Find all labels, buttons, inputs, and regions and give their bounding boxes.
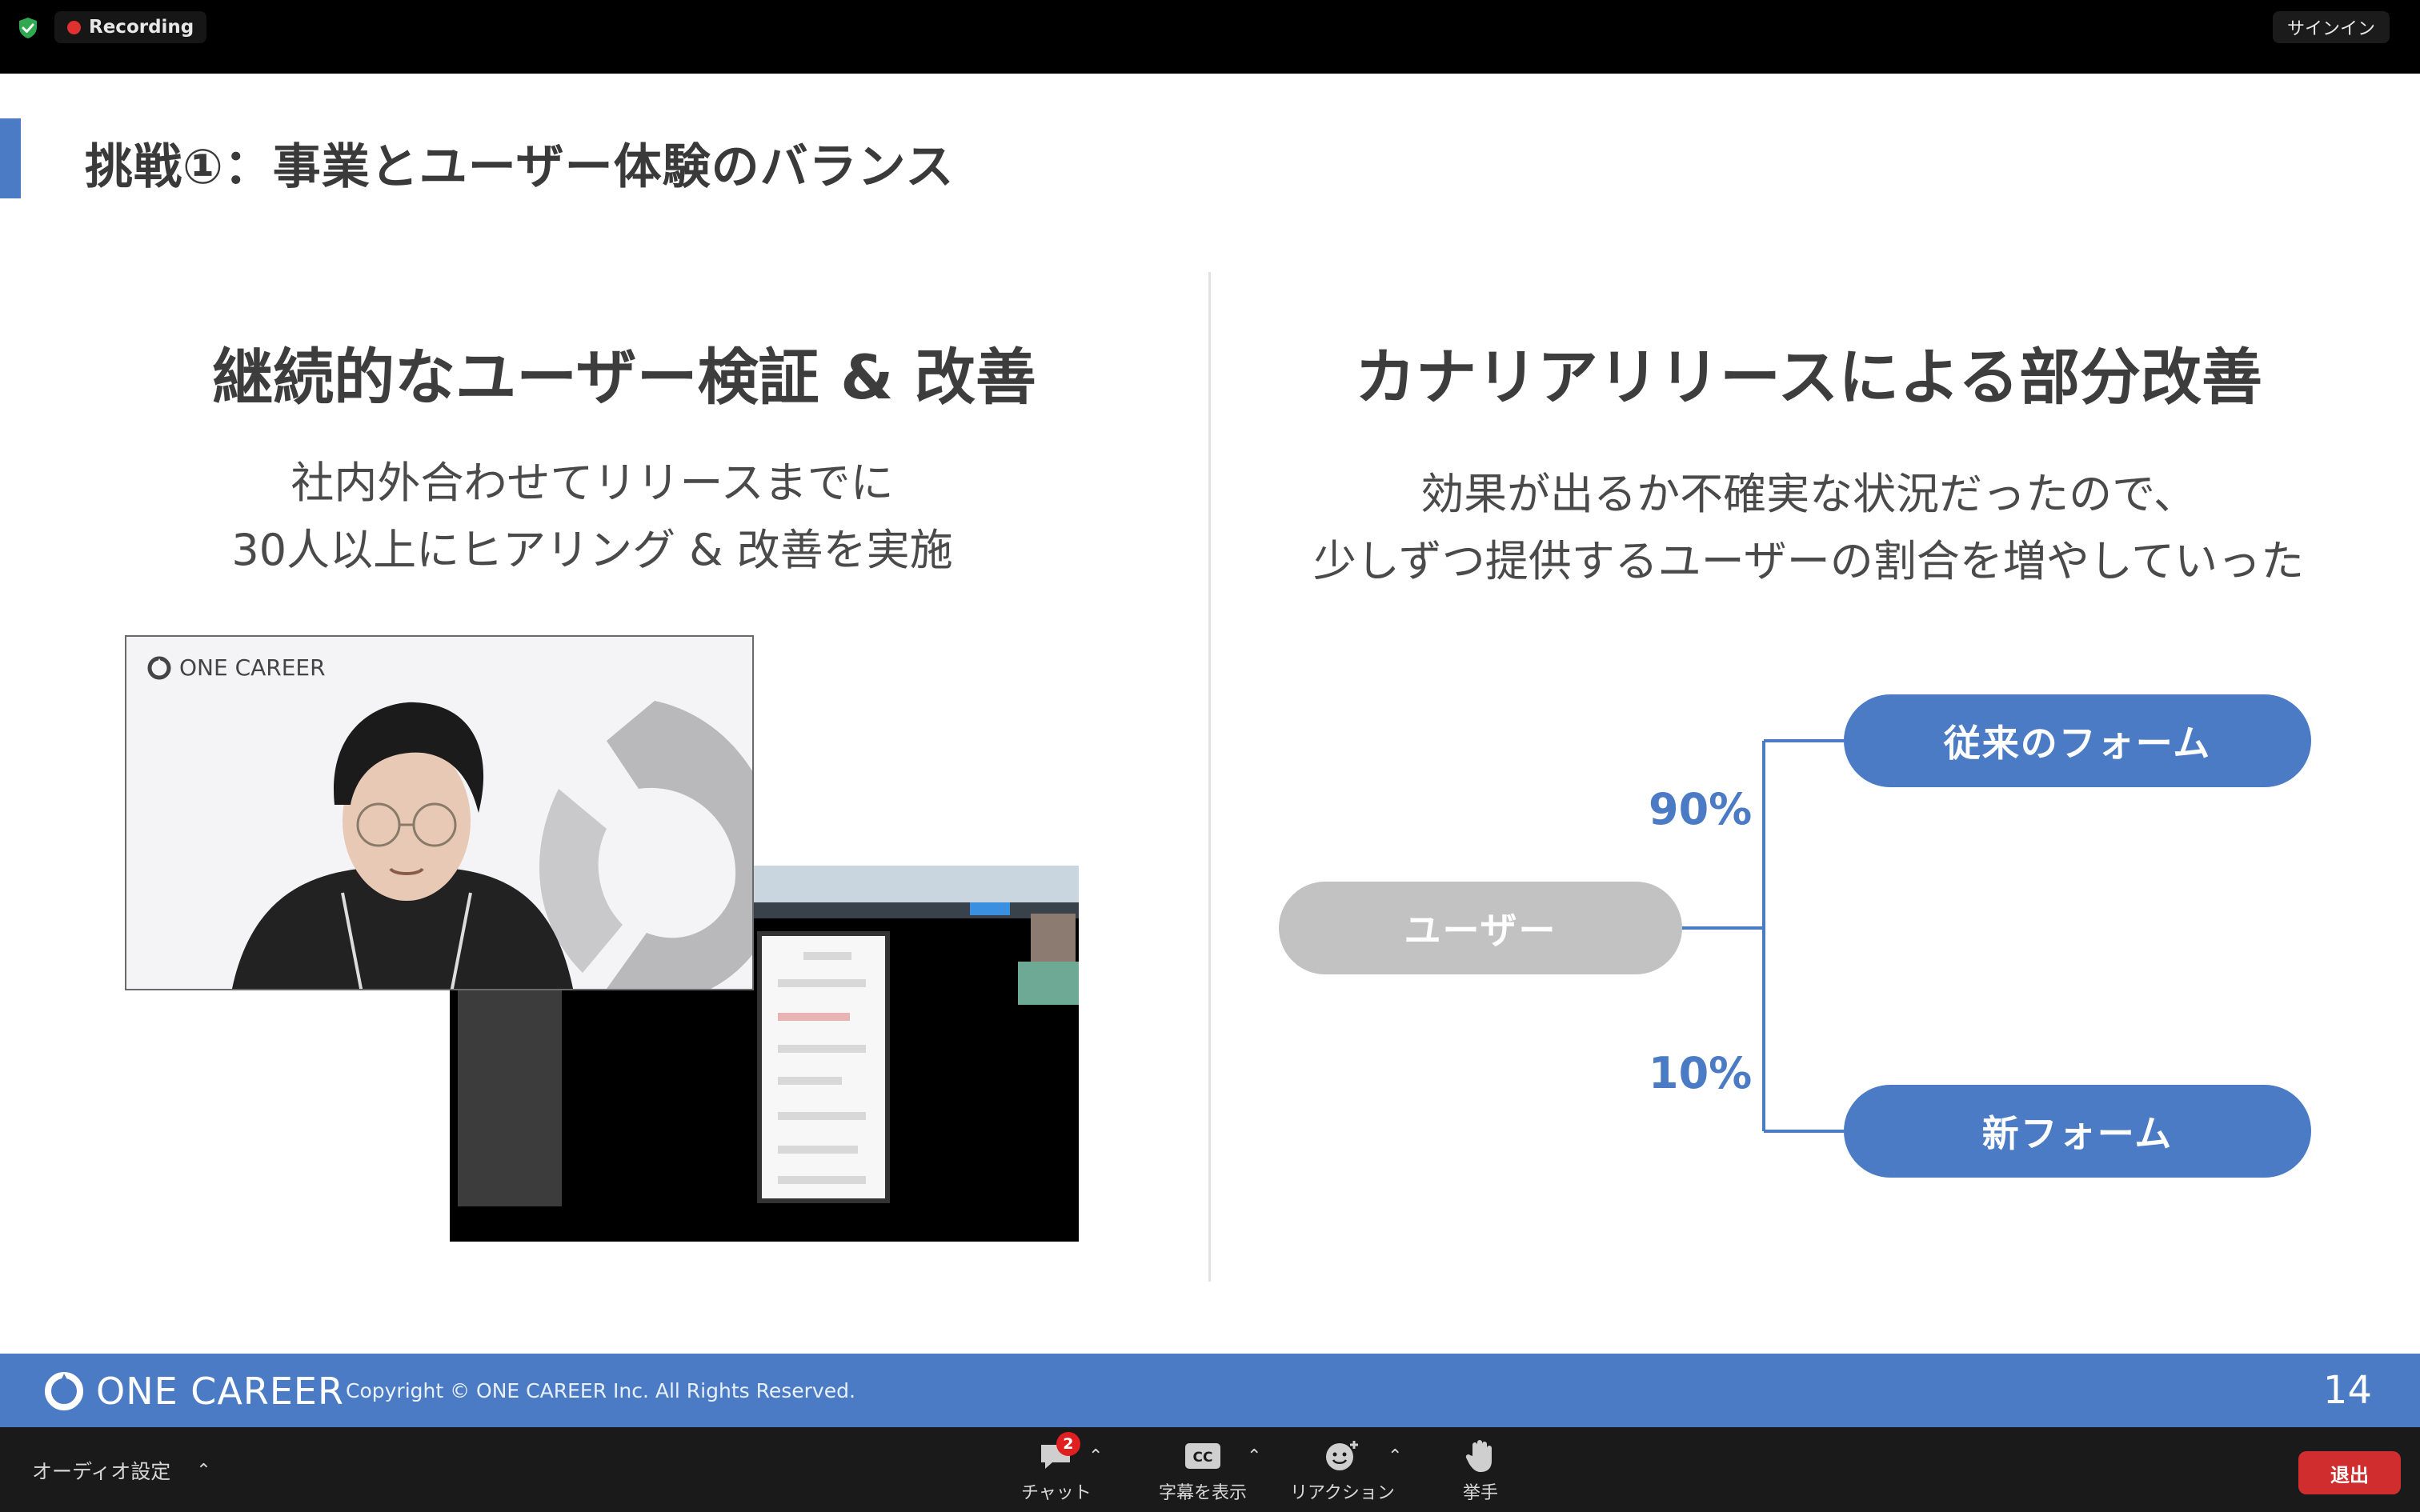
browser-button bbox=[970, 902, 1010, 915]
audio-settings-button[interactable]: オーディオ設定 ⌃ bbox=[32, 1456, 211, 1485]
phone-mockup bbox=[757, 931, 890, 1203]
speaker-avatar-icon bbox=[232, 702, 573, 989]
footer-logo-text: ONE CAREER bbox=[96, 1370, 344, 1413]
footer-copyright: Copyright © ONE CAREER Inc. All Rights R… bbox=[346, 1379, 855, 1402]
speaker-video: ONE CAREER bbox=[125, 635, 754, 990]
raise-hand-icon bbox=[1458, 1438, 1503, 1474]
audio-settings-label: オーディオ設定 bbox=[32, 1460, 171, 1483]
meeting-toolbar: オーディオ設定 ⌃ 2 チャット ⌃ CC 字幕を表示 ⌃ リアクション ⌃ 挙… bbox=[0, 1427, 2420, 1512]
mock-line bbox=[778, 979, 866, 987]
video-thumbnail bbox=[1018, 962, 1079, 1005]
branch-top-percentage: 90% bbox=[1649, 784, 1753, 834]
record-dot-icon bbox=[67, 20, 81, 34]
one-career-logo-icon bbox=[45, 1372, 83, 1410]
mock-line bbox=[778, 1146, 858, 1154]
right-body-line2: 少しずつ提供するユーザーの割合を増やしていった bbox=[1312, 536, 2305, 586]
slide-page-number: 14 bbox=[2322, 1368, 2372, 1413]
mock-line bbox=[778, 1112, 866, 1120]
shield-check-icon[interactable] bbox=[16, 16, 40, 40]
slide-title: 挑戦①：事業とユーザー体験のバランス bbox=[85, 139, 955, 195]
raise-hand-button[interactable]: 挙手 bbox=[1458, 1438, 1503, 1504]
reaction-button[interactable]: リアクション ⌃ bbox=[1290, 1438, 1402, 1504]
left-body-line1: 社内外合わせてリリースまでに bbox=[290, 458, 894, 508]
right-body: 効果が出るか不確実な状況だったので、 少しずつ提供するユーザーの割合を増やしてい… bbox=[1248, 461, 2369, 595]
diagram-branch-old-form: 従来のフォーム bbox=[1844, 694, 2311, 787]
slide-footer: ONE CAREER Copyright © ONE CAREER Inc. A… bbox=[0, 1354, 2420, 1427]
chat-unread-badge: 2 bbox=[1056, 1432, 1080, 1456]
left-heading: 継続的なユーザー検証 & 改善 bbox=[212, 342, 1036, 413]
mock-line bbox=[778, 1013, 850, 1021]
branch-bottom-percentage: 10% bbox=[1649, 1048, 1753, 1098]
mock-line bbox=[778, 1077, 842, 1085]
diagram-branch-new-form: 新フォーム bbox=[1844, 1085, 2311, 1178]
chevron-up-icon[interactable]: ⌃ bbox=[1088, 1446, 1103, 1466]
captions-button[interactable]: CC 字幕を表示 ⌃ bbox=[1159, 1438, 1261, 1504]
right-body-line1: 効果が出るか不確実な状況だったので、 bbox=[1420, 469, 2197, 519]
footer-logo: ONE CAREER bbox=[43, 1370, 344, 1413]
svg-text:CC: CC bbox=[1193, 1450, 1213, 1466]
mock-line bbox=[803, 952, 851, 960]
recording-indicator[interactable]: Recording bbox=[54, 11, 207, 43]
chat-icon: 2 bbox=[1034, 1432, 1080, 1474]
video-thumbnail bbox=[1031, 914, 1076, 962]
shared-slide: 挑戦①：事業とユーザー体験のバランス 継続的なユーザー検証 & 改善 社内外合わ… bbox=[0, 74, 2420, 1427]
mock-line bbox=[778, 1176, 866, 1184]
mock-line bbox=[778, 1045, 866, 1053]
recording-label: Recording bbox=[89, 17, 194, 38]
one-career-logo-icon bbox=[147, 656, 171, 679]
reaction-label: リアクション bbox=[1290, 1483, 1395, 1503]
meeting-top-bar: Recording サインイン bbox=[0, 0, 2420, 74]
chevron-up-icon[interactable]: ⌃ bbox=[1388, 1446, 1402, 1466]
left-body-line2: 30人以上にヒアリング & 改善を実施 bbox=[231, 525, 953, 575]
smiley-plus-icon bbox=[1320, 1438, 1364, 1474]
column-divider bbox=[1208, 272, 1211, 1282]
left-body: 社内外合わせてリリースまでに 30人以上にヒアリング & 改善を実施 bbox=[64, 450, 1120, 584]
signin-button[interactable]: サインイン bbox=[2272, 11, 2390, 43]
chevron-up-icon[interactable]: ⌃ bbox=[196, 1461, 210, 1481]
diagram-source-user: ユーザー bbox=[1279, 882, 1682, 974]
chat-label: チャット bbox=[1021, 1483, 1092, 1503]
side-panel bbox=[458, 990, 562, 1206]
captions-label: 字幕を表示 bbox=[1159, 1483, 1248, 1503]
chat-button[interactable]: 2 チャット ⌃ bbox=[1021, 1432, 1103, 1504]
closed-captions-icon: CC bbox=[1180, 1438, 1225, 1474]
leave-meeting-button[interactable]: 退出 bbox=[2298, 1451, 2401, 1494]
right-heading: カナリアリリースによる部分改善 bbox=[1355, 342, 2262, 413]
chevron-up-icon[interactable]: ⌃ bbox=[1247, 1446, 1261, 1466]
title-accent-bar bbox=[0, 118, 21, 198]
raise-hand-label: 挙手 bbox=[1462, 1483, 1498, 1503]
